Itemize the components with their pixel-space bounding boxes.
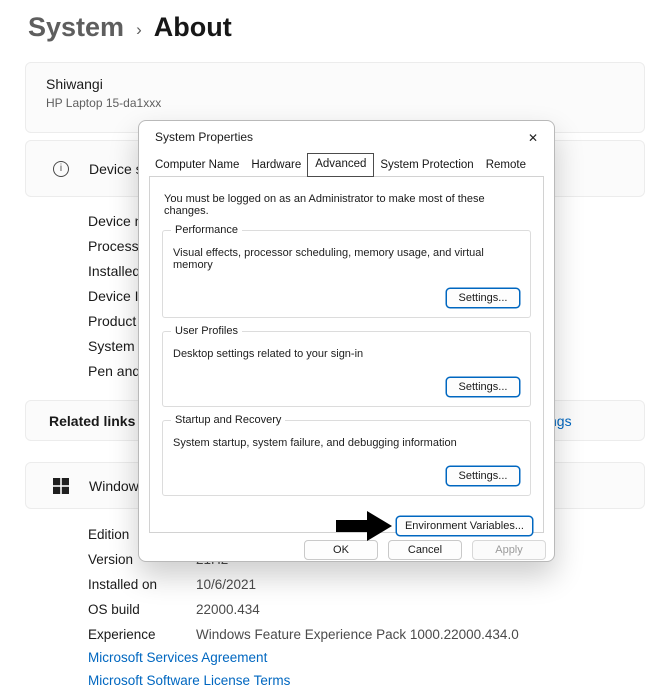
footer-links: Microsoft Services Agreement Microsoft S… [88,650,290,688]
environment-variables-button[interactable]: Environment Variables... [396,516,533,536]
user-profiles-settings-button[interactable]: Settings... [446,377,520,397]
dialog-title: System Properties [155,130,253,144]
close-icon[interactable]: ✕ [523,129,543,147]
windows-logo-icon [53,478,69,494]
environment-variables-row: Environment Variables... [162,510,533,542]
dialog-titlebar[interactable]: System Properties [139,121,554,153]
windows-row-installed-on: Installed on 10/6/2021 [88,572,633,597]
microsoft-software-license-link[interactable]: Microsoft Software License Terms [88,673,290,688]
performance-settings-button[interactable]: Settings... [446,288,520,308]
tab-system-protection[interactable]: System Protection [374,155,479,176]
tab-hardware[interactable]: Hardware [245,155,307,176]
microsoft-services-agreement-link[interactable]: Microsoft Services Agreement [88,650,290,665]
breadcrumb-separator-icon: › [136,16,142,40]
annotation-arrow-icon [336,510,393,542]
startup-recovery-group-legend: Startup and Recovery [171,414,285,426]
apply-button[interactable]: Apply [472,540,546,560]
performance-group-legend: Performance [171,224,242,236]
advanced-tab-pane: You must be logged on as an Administrato… [149,176,544,533]
tab-remote[interactable]: Remote [480,155,532,176]
info-icon: i [53,161,69,177]
tab-advanced[interactable]: Advanced [307,153,374,177]
user-profiles-group: User Profiles Desktop settings related t… [162,331,531,407]
breadcrumb: System › About [28,12,232,43]
system-properties-dialog: System Properties ✕ Computer Name Hardwa… [138,120,555,562]
performance-group: Performance Visual effects, processor sc… [162,230,531,318]
startup-recovery-settings-button[interactable]: Settings... [446,466,520,486]
windows-row-os-build: OS build 22000.434 [88,597,633,622]
device-owner-name: Shiwangi [46,76,624,92]
user-profiles-description: Desktop settings related to your sign-in [173,348,520,360]
startup-recovery-group: Startup and Recovery System startup, sys… [162,420,531,496]
tab-computer-name[interactable]: Computer Name [149,155,245,176]
dialog-tabs: Computer Name Hardware Advanced System P… [139,153,554,176]
breadcrumb-system[interactable]: System [28,12,124,43]
admin-note: You must be logged on as an Administrato… [164,193,529,217]
device-model: HP Laptop 15-da1xxx [46,96,624,110]
windows-row-experience: Experience Windows Feature Experience Pa… [88,622,633,647]
startup-recovery-description: System startup, system failure, and debu… [173,437,520,449]
performance-description: Visual effects, processor scheduling, me… [173,247,520,271]
user-profiles-group-legend: User Profiles [171,325,242,337]
breadcrumb-about: About [154,12,232,43]
related-links-title: Related links [49,413,135,429]
cancel-button[interactable]: Cancel [388,540,462,560]
ok-button[interactable]: OK [304,540,378,560]
